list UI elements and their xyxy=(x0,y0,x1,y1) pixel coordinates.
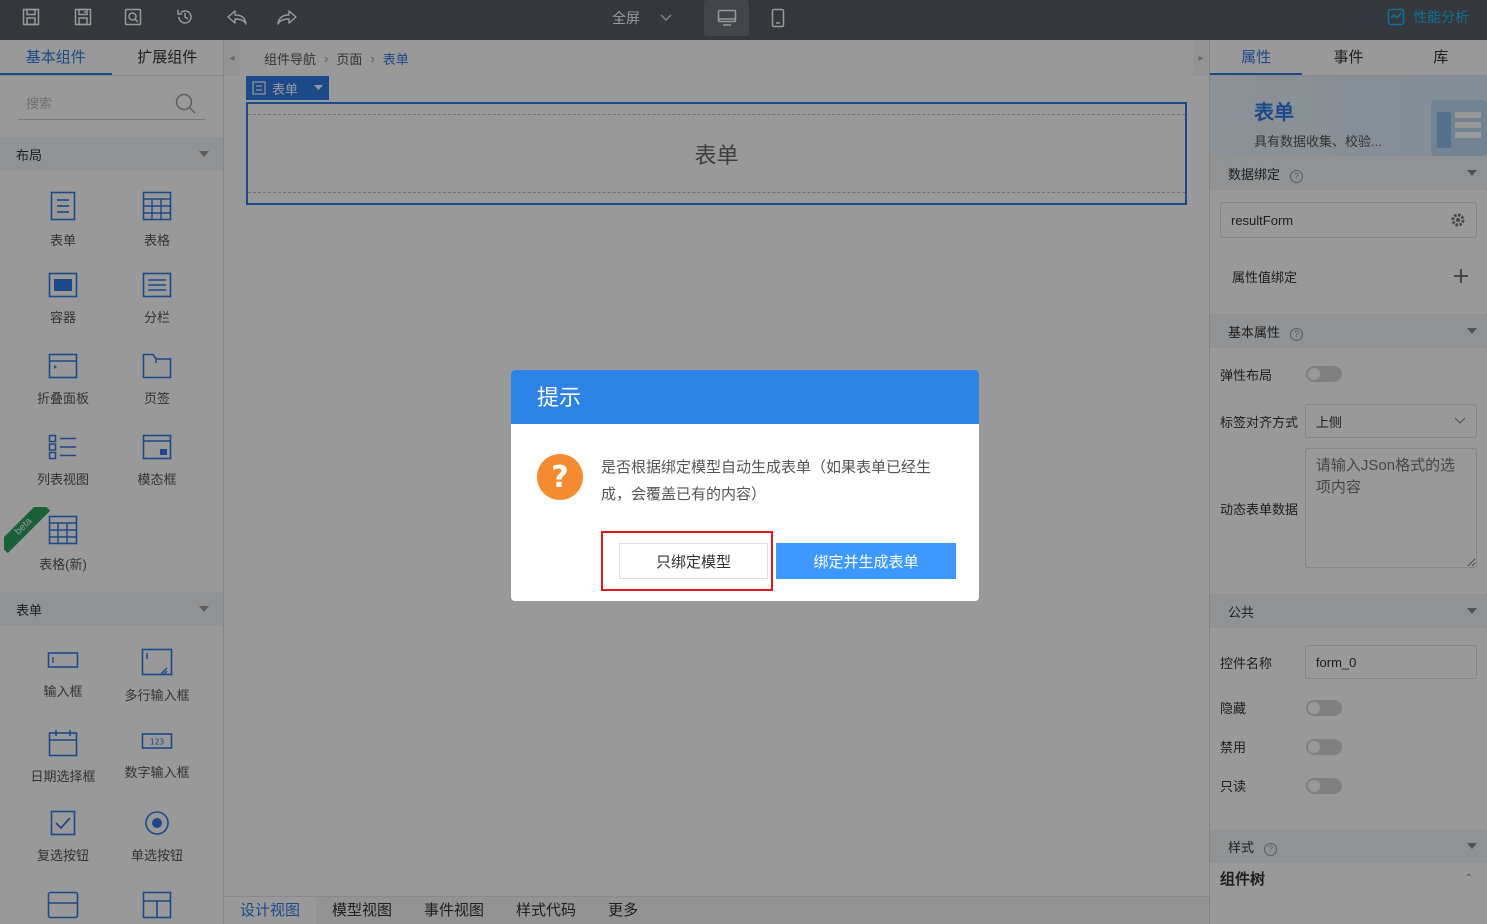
dialog-message: 是否根据绑定模型自动生成表单（如果表单已经生成，会覆盖已有的内容） xyxy=(601,459,932,503)
dialog-body: ? 是否根据绑定模型自动生成表单（如果表单已经生成，会覆盖已有的内容） xyxy=(511,424,979,508)
bind-model-only-button[interactable]: 只绑定模型 xyxy=(619,543,768,579)
dialog-title: 提示 xyxy=(511,370,979,424)
confirm-dialog: 提示 ? 是否根据绑定模型自动生成表单（如果表单已经生成，会覆盖已有的内容） 只… xyxy=(511,370,979,601)
bind-and-generate-button[interactable]: 绑定并生成表单 xyxy=(776,543,956,579)
question-icon: ? xyxy=(537,454,583,508)
svg-text:?: ? xyxy=(551,460,568,495)
